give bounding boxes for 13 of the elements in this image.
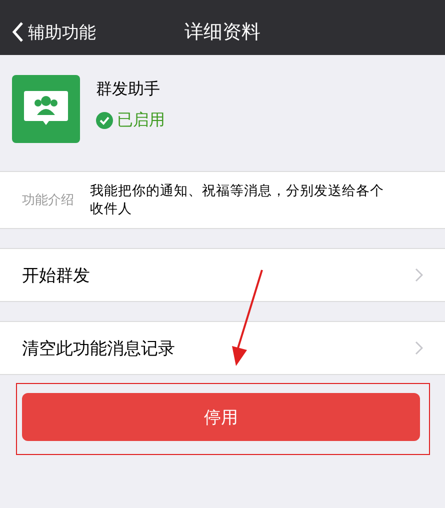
intro-text: 我能把你的通知、祝福等消息，分别发送给各个收件人 [90,182,385,218]
chevron-left-icon [12,21,24,43]
app-name: 群发助手 [96,79,161,100]
menu-row[interactable]: 开始群发 [0,248,445,302]
intro-label: 功能介绍 [22,192,74,209]
chevron-right-icon [415,268,423,282]
chevron-right-icon [415,341,423,355]
status-text: 已启用 [117,110,165,131]
page-title: 详细资料 [184,20,260,45]
back-button[interactable]: 辅助功能 [0,20,96,44]
menu-row[interactable]: 清空此功能消息记录 [0,321,445,375]
disable-button[interactable]: 停用 [22,393,420,441]
group-chat-icon [12,75,80,143]
